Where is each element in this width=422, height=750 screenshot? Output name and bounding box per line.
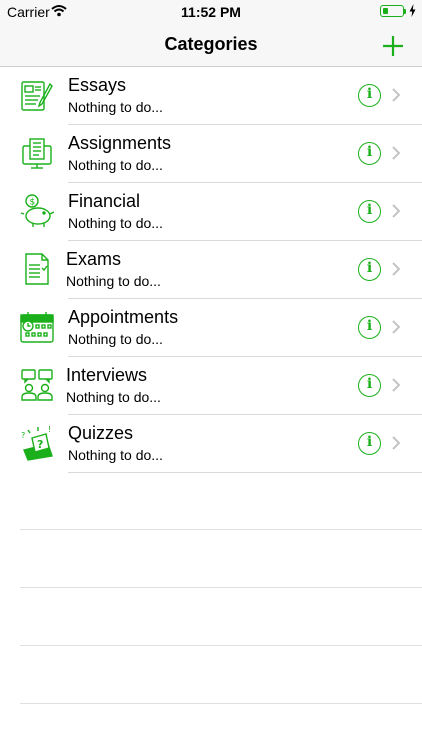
info-icon: i [366,434,373,450]
category-row-assignments[interactable]: Assignments Nothing to do... i [0,125,422,183]
battery-icon [380,5,404,17]
category-title: Quizzes [68,423,134,443]
battery-tip [404,9,406,14]
essay-document-icon [21,81,53,111]
calendar-icon [20,312,54,343]
info-icon: i [366,202,373,218]
category-row-appointments[interactable]: Appointments Nothing to do... i [0,299,422,357]
chevron-right-icon [392,204,401,218]
info-icon: i [366,260,373,276]
info-button[interactable]: i [358,316,381,339]
category-row-exams[interactable]: Exams Nothing to do... i [0,241,422,299]
category-subtitle: Nothing to do... [68,99,163,115]
chevron-right-icon [392,320,401,334]
row-separator [68,472,422,473]
interview-people-icon [21,369,53,401]
svg-text:!: ! [48,425,51,434]
category-subtitle: Nothing to do... [66,389,161,405]
category-row-quizzes[interactable]: ? ? ! Quizzes Nothing to do... i [0,415,422,473]
add-category-button[interactable] [379,32,407,60]
empty-row-separator [20,703,422,704]
battery-fill [382,7,388,14]
svg-text:?: ? [21,431,25,440]
category-subtitle: Nothing to do... [68,447,163,463]
category-title: Appointments [68,307,179,327]
charging-bolt-icon [409,4,416,17]
info-icon: i [366,86,373,102]
status-bar: Carrier 11:52 PM [0,0,422,24]
category-subtitle: Nothing to do... [68,157,163,173]
category-subtitle: Nothing to do... [68,331,163,347]
info-button[interactable]: i [358,432,381,455]
piggy-bank-icon: $ [20,194,55,227]
info-icon: i [366,318,373,334]
category-subtitle: Nothing to do... [66,273,161,289]
chevron-right-icon [392,146,401,160]
navigation-bar: Categories [0,24,422,67]
chevron-right-icon [392,88,401,102]
info-icon: i [366,376,373,392]
chevron-right-icon [392,378,401,392]
category-title: Essays [68,75,127,95]
empty-row-separator [20,587,422,588]
info-button[interactable]: i [358,142,381,165]
exam-paper-icon [25,253,49,285]
category-title: Interviews [66,365,148,385]
svg-text:?: ? [37,438,43,451]
chevron-right-icon [392,436,401,450]
info-button[interactable]: i [358,84,381,107]
clock: 11:52 PM [181,4,241,20]
chevron-right-icon [392,262,401,276]
category-row-essays[interactable]: Essays Nothing to do... i [0,67,422,125]
page-title: Categories [164,34,258,54]
category-row-interviews[interactable]: Interviews Nothing to do... i [0,357,422,415]
assignment-computer-icon [22,138,52,169]
category-list: Essays Nothing to do... i Assignments No… [0,67,422,473]
category-subtitle: Nothing to do... [68,215,163,231]
category-title: Financial [68,191,141,211]
info-button[interactable]: i [358,374,381,397]
category-title: Exams [66,249,122,269]
svg-text:$: $ [30,198,36,208]
info-button[interactable]: i [358,258,381,281]
empty-row-separator [20,529,422,530]
info-icon: i [366,144,373,160]
category-row-financial[interactable]: $ Financial Nothing to do... i [0,183,422,241]
quiz-question-icon: ? ? ! [21,425,53,461]
category-title: Assignments [68,133,172,153]
empty-row-separator [20,645,422,646]
info-button[interactable]: i [358,200,381,223]
